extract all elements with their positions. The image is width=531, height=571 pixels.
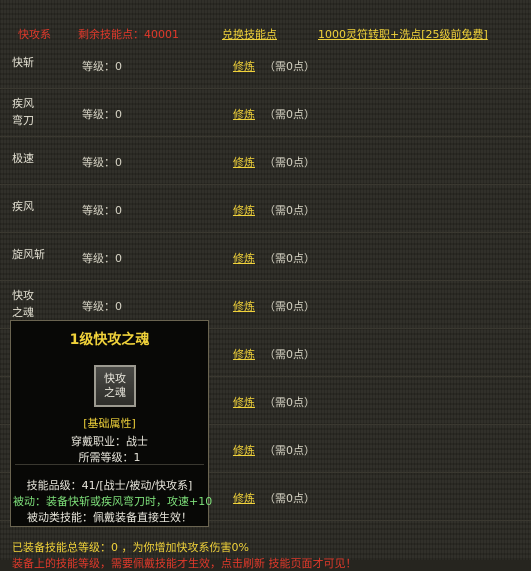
- tooltip-grade: 技能品级：41/[战士/被动/快攻系]: [26, 479, 193, 492]
- tooltip-passive-desc: 被动：装备快斩或疾风弯刀时，攻速+10: [13, 495, 213, 508]
- skill-name: 快斩: [12, 56, 34, 69]
- skill-cost: （需0点）: [264, 204, 315, 217]
- skill-row: 疾风 弯刀 等级：0 修炼 （需0点）: [0, 88, 531, 137]
- train-link[interactable]: 修炼: [233, 154, 255, 170]
- skill-cost: （需0点）: [264, 348, 315, 361]
- skill-cost: （需0点）: [264, 156, 315, 169]
- tooltip-title: 1级快攻之魂: [69, 332, 150, 348]
- tooltip-required-level: 所需等级：1: [78, 451, 141, 464]
- skill-level: 等级：0: [82, 108, 122, 121]
- train-link[interactable]: 修炼: [233, 394, 255, 410]
- skill-cost: （需0点）: [264, 108, 315, 121]
- skill-icon-label: 快攻 之魂: [104, 372, 126, 399]
- train-link[interactable]: 修炼: [233, 250, 255, 266]
- train-link[interactable]: 修炼: [233, 442, 255, 458]
- skill-level: 等级：0: [82, 300, 122, 313]
- train-link[interactable]: 修炼: [233, 298, 255, 314]
- skill-level: 等级：0: [82, 204, 122, 217]
- skill-row: 疾风 等级：0 修炼 （需0点）: [0, 184, 531, 233]
- skill-cost: （需0点）: [264, 300, 315, 313]
- equipped-summary: 已装备技能总等级：0 ，为你增加快攻系伤害0%: [12, 541, 249, 554]
- tooltip-divider: [15, 464, 204, 465]
- skill-row: 极速 等级：0 修炼 （需0点）: [0, 136, 531, 185]
- skill-name: 疾风: [12, 200, 34, 213]
- train-link[interactable]: 修炼: [233, 202, 255, 218]
- header-bar: 快攻系 剩余技能点：40001 兑换技能点 1000灵符转职+洗点[25级前免费…: [0, 20, 531, 42]
- skill-row: 快斩 等级：0 修炼 （需0点）: [0, 40, 531, 89]
- tooltip-profession: 穿戴职业：战士: [71, 435, 148, 448]
- skill-name: 快攻 之魂: [12, 289, 34, 319]
- train-link[interactable]: 修炼: [233, 58, 255, 74]
- skill-cost: （需0点）: [264, 60, 315, 73]
- skill-level: 等级：0: [82, 252, 122, 265]
- tooltip-passive-note: 被动类技能：佩戴装备直接生效！: [27, 511, 192, 524]
- skill-icon: 快攻 之魂: [94, 365, 136, 407]
- tooltip-section: [基础属性]: [83, 417, 136, 430]
- skill-cost: （需0点）: [264, 492, 315, 505]
- skill-name: 疾风 弯刀: [12, 97, 34, 127]
- skill-level: 等级：0: [82, 156, 122, 169]
- train-link[interactable]: 修炼: [233, 346, 255, 362]
- skill-cost: （需0点）: [264, 396, 315, 409]
- train-link[interactable]: 修炼: [233, 490, 255, 506]
- skill-level: 等级：0: [82, 60, 122, 73]
- refresh-warning: 装备上的技能等级，需要佩戴技能才生效，点击刷新 技能页面才可见！: [12, 557, 357, 570]
- train-link[interactable]: 修炼: [233, 106, 255, 122]
- skill-name: 极速: [12, 152, 34, 165]
- skill-name: 旋风斩: [12, 248, 45, 261]
- skill-row: 旋风斩 等级：0 修炼 （需0点）: [0, 232, 531, 281]
- skill-tooltip: 1级快攻之魂 快攻 之魂 [基础属性] 穿戴职业：战士 所需等级：1 技能品级：…: [10, 320, 213, 527]
- skill-cost: （需0点）: [264, 252, 315, 265]
- skill-cost: （需0点）: [264, 444, 315, 457]
